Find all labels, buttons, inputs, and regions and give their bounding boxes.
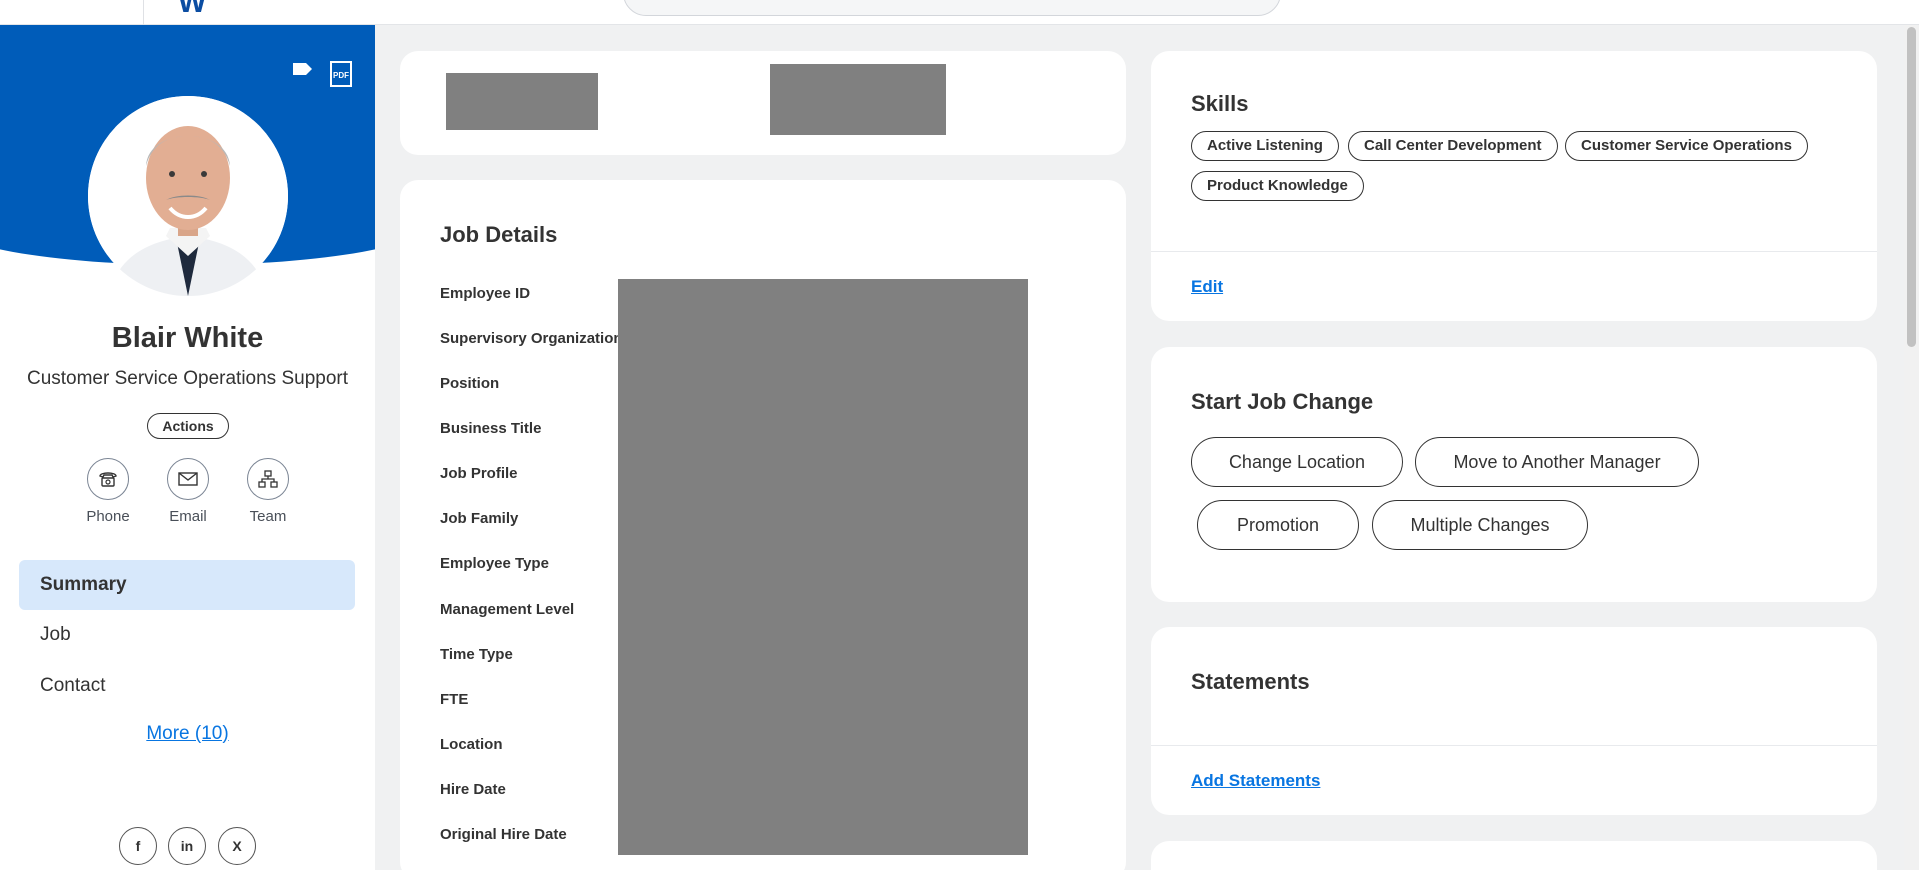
skill-chip[interactable]: Customer Service Operations: [1565, 131, 1808, 161]
field-label: Supervisory Organization: [440, 330, 623, 347]
field-label: Original Hire Date: [440, 826, 567, 843]
phone-icon: [87, 458, 129, 500]
avatar: [88, 96, 288, 296]
add-statements-link[interactable]: Add Statements: [1191, 771, 1320, 791]
tag-icon[interactable]: [292, 61, 314, 82]
job-details-title: Job Details: [440, 222, 558, 247]
statements-card: Statements Add Statements: [1151, 627, 1877, 815]
redacted-block: [446, 73, 598, 130]
nav-item-contact[interactable]: Contact: [19, 661, 355, 711]
field-label: FTE: [440, 691, 469, 708]
card-divider: [1151, 745, 1877, 746]
redacted-block: [770, 64, 946, 135]
nav-item-summary[interactable]: Summary: [19, 560, 355, 610]
header-card: [400, 51, 1126, 155]
x-icon[interactable]: X: [218, 827, 256, 865]
field-label: Job Profile: [440, 465, 518, 482]
field-label: Management Level: [440, 601, 575, 618]
skills-card: Skills Active Listening Call Center Deve…: [1151, 51, 1877, 321]
pdf-icon[interactable]: PDF: [330, 61, 352, 92]
team-label: Team: [249, 508, 287, 525]
linkedin-icon[interactable]: in: [168, 827, 206, 865]
field-label: Job Family: [440, 510, 519, 527]
field-label: Position: [440, 375, 500, 392]
nav-item-job[interactable]: Job: [19, 610, 355, 660]
field-label: Business Title: [440, 420, 542, 437]
team-icon: [247, 458, 289, 500]
field-label: Time Type: [440, 646, 513, 663]
email-icon: [167, 458, 209, 500]
scrollbar-thumb[interactable]: [1907, 27, 1916, 347]
job-details-card: Job Details Employee ID Supervisory Orga…: [400, 180, 1126, 870]
skill-chip[interactable]: Call Center Development: [1348, 131, 1558, 161]
field-label: Hire Date: [440, 781, 506, 798]
redacted-values: [618, 279, 1028, 855]
job-change-card: Start Job Change Change Location Move to…: [1151, 347, 1877, 602]
app-logo[interactable]: W: [178, 0, 206, 20]
topbar-divider: [143, 0, 144, 25]
multiple-changes-button[interactable]: Multiple Changes: [1372, 500, 1588, 550]
next-card: [1151, 841, 1877, 870]
email-button[interactable]: Email: [153, 458, 223, 525]
phone-label: Phone: [86, 508, 130, 525]
field-label: Employee Type: [440, 555, 549, 572]
actions-button[interactable]: Actions: [147, 413, 229, 439]
search-bar[interactable]: [623, 0, 1281, 16]
field-label: Employee ID: [440, 285, 531, 302]
top-bar: W: [0, 0, 1919, 25]
skills-title: Skills: [1191, 91, 1249, 116]
statements-title: Statements: [1191, 669, 1310, 694]
promotion-button[interactable]: Promotion: [1197, 500, 1359, 550]
phone-button[interactable]: Phone: [73, 458, 143, 525]
field-label: Location: [440, 736, 503, 753]
svg-text:PDF: PDF: [333, 71, 349, 80]
more-link[interactable]: More (10): [0, 723, 375, 745]
facebook-icon[interactable]: f: [119, 827, 157, 865]
edit-skills-link[interactable]: Edit: [1191, 277, 1223, 297]
profile-panel: PDF Blair White Customer Service Operati…: [0, 25, 375, 870]
profile-title: Customer Service Operations Support: [26, 368, 349, 389]
email-label: Email: [169, 508, 207, 525]
move-manager-button[interactable]: Move to Another Manager: [1415, 437, 1699, 487]
profile-name: Blair White: [111, 322, 264, 354]
skill-chip[interactable]: Active Listening: [1191, 131, 1339, 161]
skill-chip[interactable]: Product Knowledge: [1191, 171, 1364, 201]
team-button[interactable]: Team: [233, 458, 303, 525]
change-location-button[interactable]: Change Location: [1191, 437, 1403, 487]
job-change-title: Start Job Change: [1191, 389, 1374, 414]
card-divider: [1151, 251, 1877, 252]
